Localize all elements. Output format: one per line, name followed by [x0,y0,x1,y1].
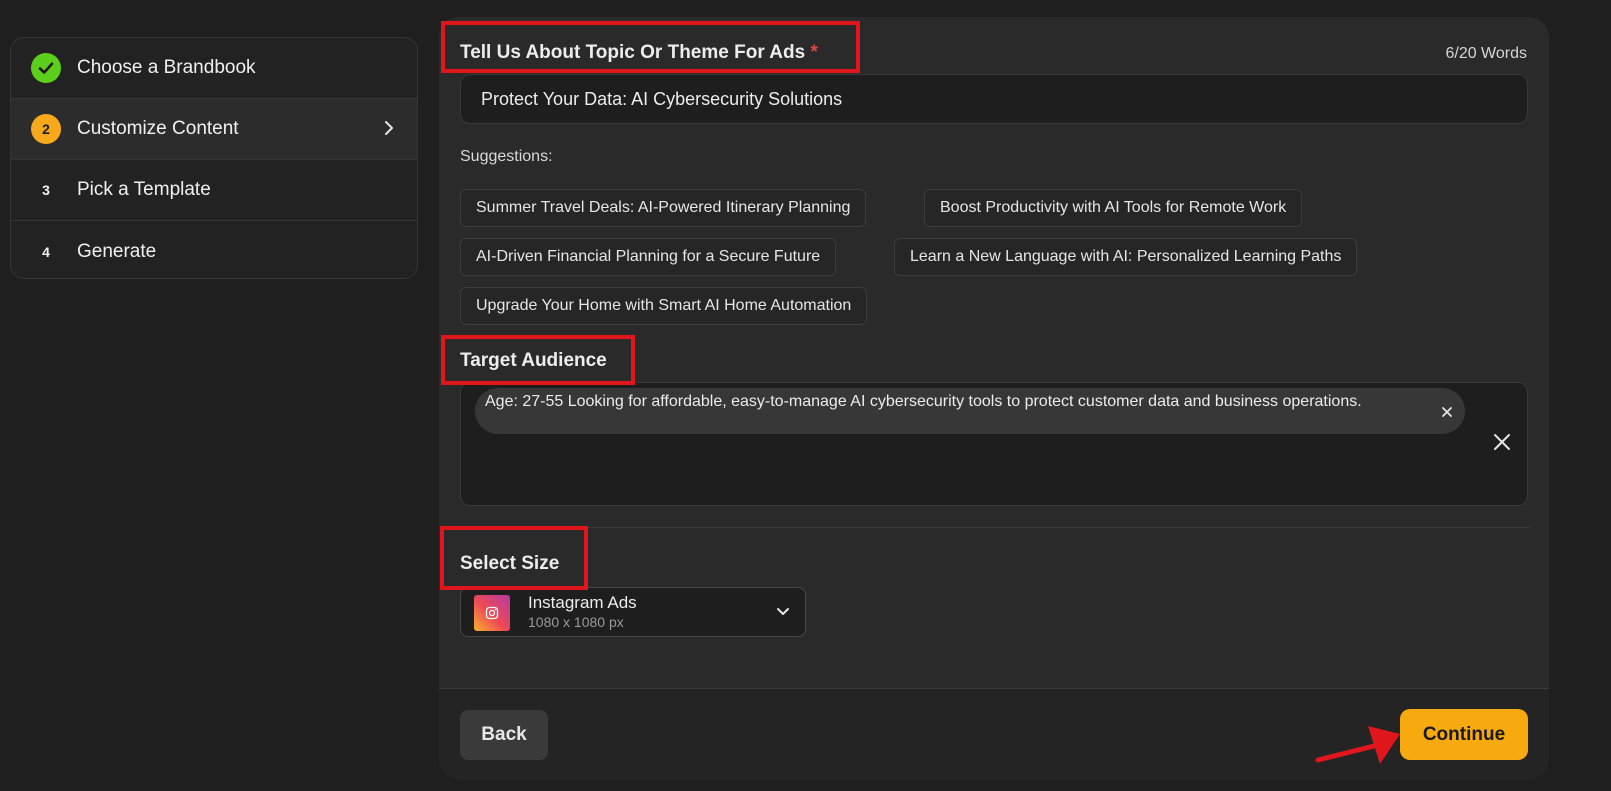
step-label: Pick a Template [77,179,211,200]
audience-tag-text: Age: 27-55 Looking for affordable, easy-… [485,393,1362,410]
suggestions-title: Suggestions: [460,148,553,165]
instagram-icon [474,595,510,631]
topic-input[interactable]: Protect Your Data: AI Cybersecurity Solu… [460,74,1528,124]
suggestion-chip[interactable]: Summer Travel Deals: AI-Powered Itinerar… [460,189,867,227]
chevron-right-icon [383,119,395,143]
size-dimensions: 1080 x 1080 px [528,614,624,630]
suggestion-chip[interactable]: AI-Driven Financial Planning for a Secur… [460,238,837,276]
required-mark: * [810,42,818,63]
audience-input[interactable]: Age: 27-55 Looking for affordable, easy-… [460,382,1528,506]
suggestion-chip[interactable]: Learn a New Language with AI: Personaliz… [894,238,1358,276]
clear-all-icon[interactable] [1493,433,1511,456]
step-choose-brandbook[interactable]: Choose a Brandbook [11,38,417,99]
size-name: Instagram Ads [528,593,637,612]
step-generate[interactable]: 4 Generate [11,221,417,278]
suggestion-chip[interactable]: Boost Productivity with AI Tools for Rem… [924,189,1303,227]
step-label: Customize Content [77,118,239,139]
suggestion-chip[interactable]: Upgrade Your Home with Smart AI Home Aut… [460,287,868,325]
step-number: 3 [42,182,50,198]
word-counter: 6/20 Words [1445,45,1527,62]
stepper-sidebar: Choose a Brandbook 2 Customize Content 3… [10,37,418,279]
remove-tag-icon[interactable] [1441,404,1453,424]
topic-label: Tell Us About Topic Or Theme For Ads * [460,42,818,64]
step-number: 4 [42,243,50,260]
step-number-badge: 2 [31,114,61,144]
audience-tag: Age: 27-55 Looking for affordable, easy-… [475,388,1465,434]
step-customize-content[interactable]: 2 Customize Content [11,99,417,160]
chevron-down-icon [775,605,791,623]
step-label: Generate [77,240,157,262]
topic-input-value: Protect Your Data: AI Cybersecurity Solu… [481,88,843,109]
step-pick-template[interactable]: 3 Pick a Template [11,160,417,221]
size-dropdown[interactable]: Instagram Ads 1080 x 1080 px [460,587,806,637]
size-label: Select Size [460,553,560,574]
check-circle-icon [31,53,61,83]
audience-label: Target Audience [460,350,607,371]
step-label: Choose a Brandbook [77,57,256,78]
topic-label-text: Tell Us About Topic Or Theme For Ads [460,42,806,63]
annotation-arrow-icon [1315,726,1400,764]
continue-button[interactable]: Continue [1400,709,1528,760]
back-button[interactable]: Back [460,710,548,760]
section-divider [460,527,1530,528]
